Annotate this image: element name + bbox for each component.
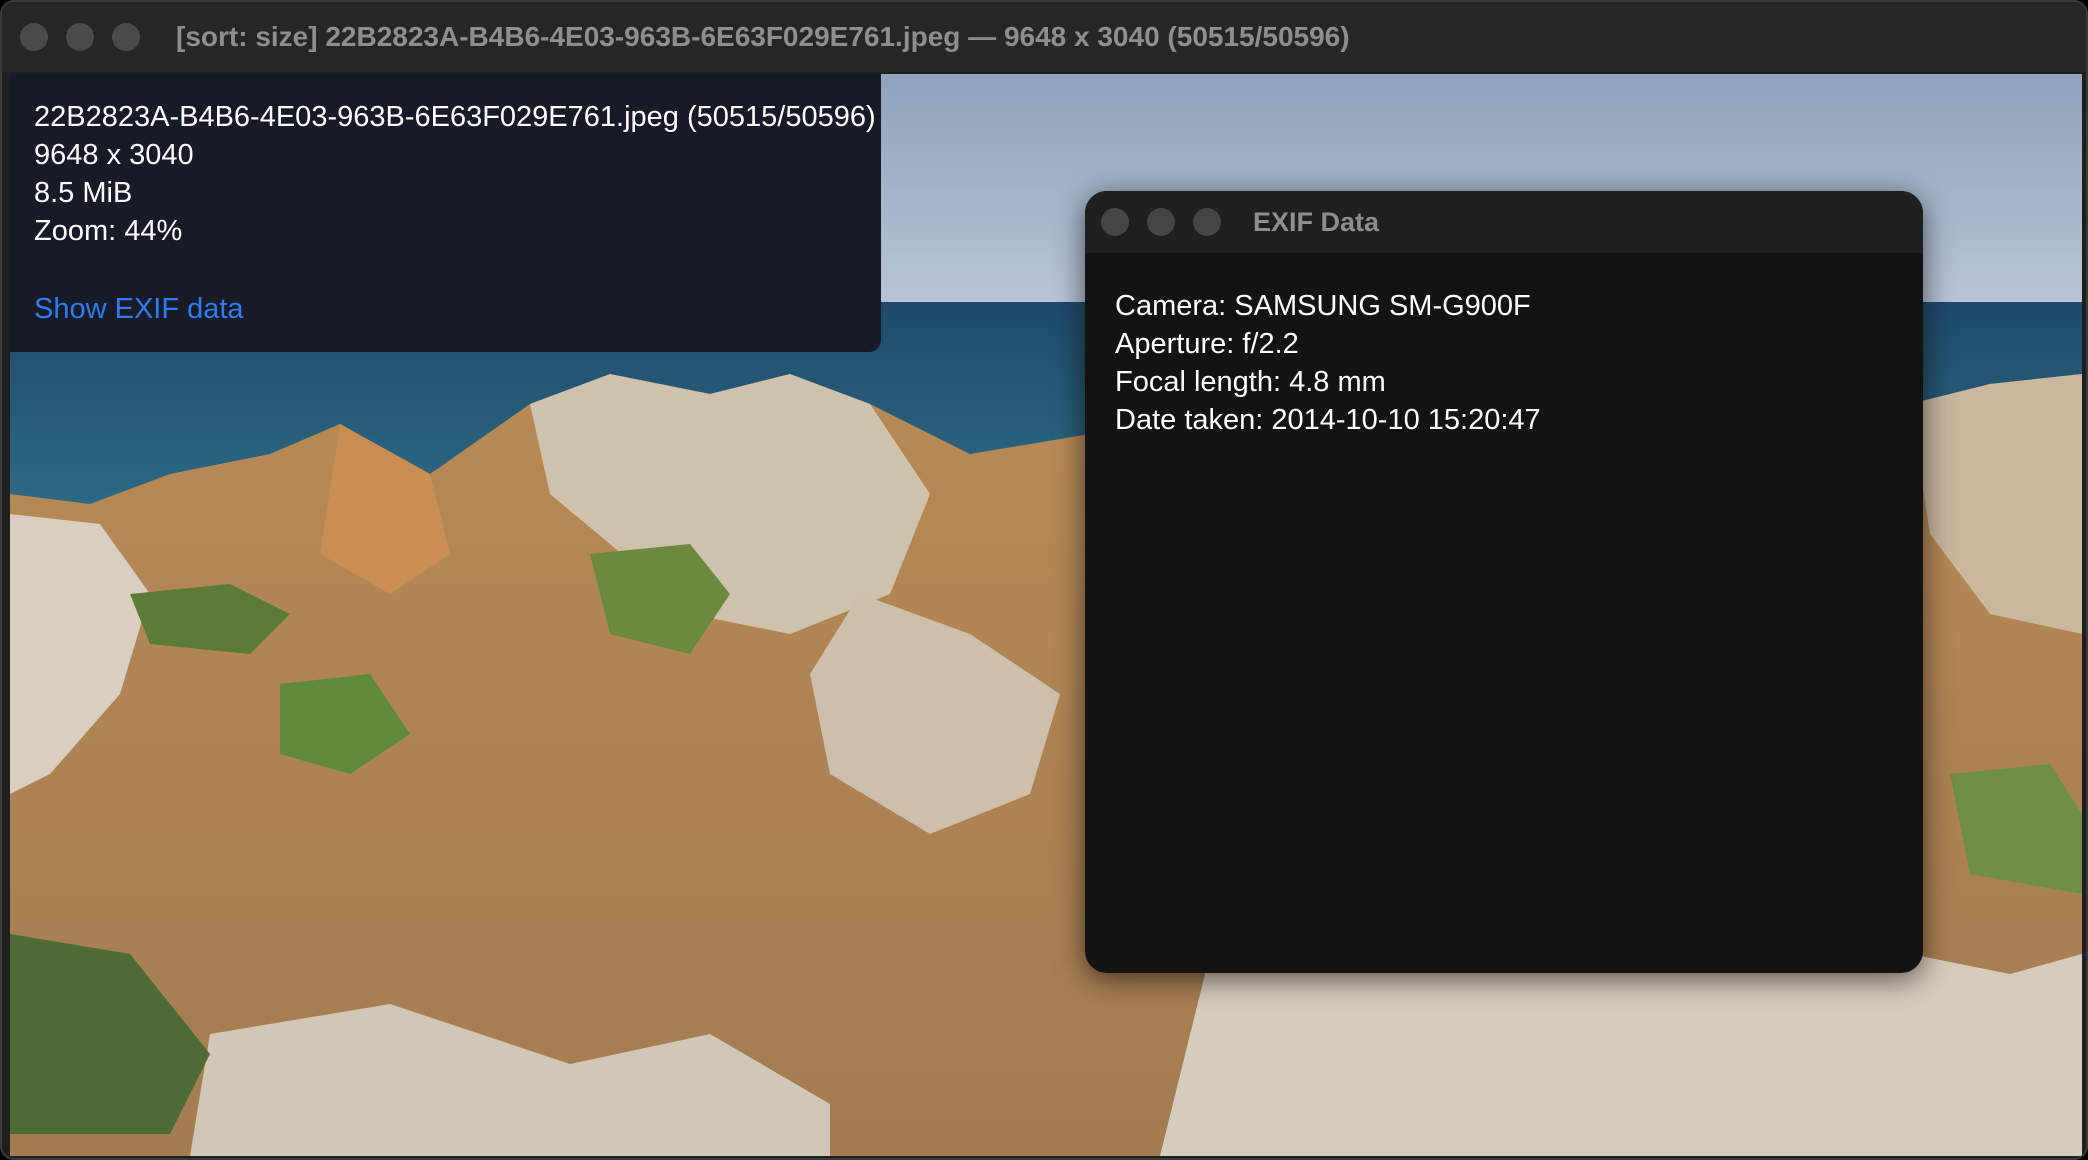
exif-details: Camera: SAMSUNG SM-G900F Aperture: f/2.2… — [1115, 287, 1541, 439]
zoom-icon[interactable] — [1193, 208, 1221, 236]
minimize-icon[interactable] — [66, 23, 94, 51]
image-info-panel: 22B2823A-B4B6-4E03-963B-6E63F029E761.jpe… — [10, 74, 881, 352]
image-viewer-window: [sort: size] 22B2823A-B4B6-4E03-963B-6E6… — [0, 0, 2088, 1160]
show-exif-link[interactable]: Show EXIF data — [34, 290, 244, 328]
filename-label: 22B2823A-B4B6-4E03-963B-6E63F029E761.jpe… — [34, 101, 876, 133]
minimize-icon[interactable] — [1147, 208, 1175, 236]
date-taken-label: Date taken: 2014-10-10 15:20:47 — [1115, 404, 1541, 436]
file-size-label: 8.5 MiB — [34, 177, 133, 209]
zoom-icon[interactable] — [112, 23, 140, 51]
exif-titlebar[interactable]: EXIF Data — [1085, 191, 1923, 253]
window-controls — [20, 23, 140, 51]
aperture-label: Aperture: f/2.2 — [1115, 328, 1299, 360]
exif-window-controls — [1101, 208, 1221, 236]
zoom-label: Zoom: 44% — [34, 215, 183, 247]
close-icon[interactable] — [20, 23, 48, 51]
window-titlebar[interactable]: [sort: size] 22B2823A-B4B6-4E03-963B-6E6… — [2, 2, 2086, 72]
exif-window-title: EXIF Data — [1253, 206, 1380, 237]
camera-label: Camera: SAMSUNG SM-G900F — [1115, 290, 1531, 322]
dimensions-label: 9648 x 3040 — [34, 139, 194, 171]
focal-length-label: Focal length: 4.8 mm — [1115, 366, 1386, 398]
exif-data-window: EXIF Data Camera: SAMSUNG SM-G900F Apert… — [1085, 191, 1923, 973]
close-icon[interactable] — [1101, 208, 1129, 236]
window-title: [sort: size] 22B2823A-B4B6-4E03-963B-6E6… — [176, 21, 1350, 52]
